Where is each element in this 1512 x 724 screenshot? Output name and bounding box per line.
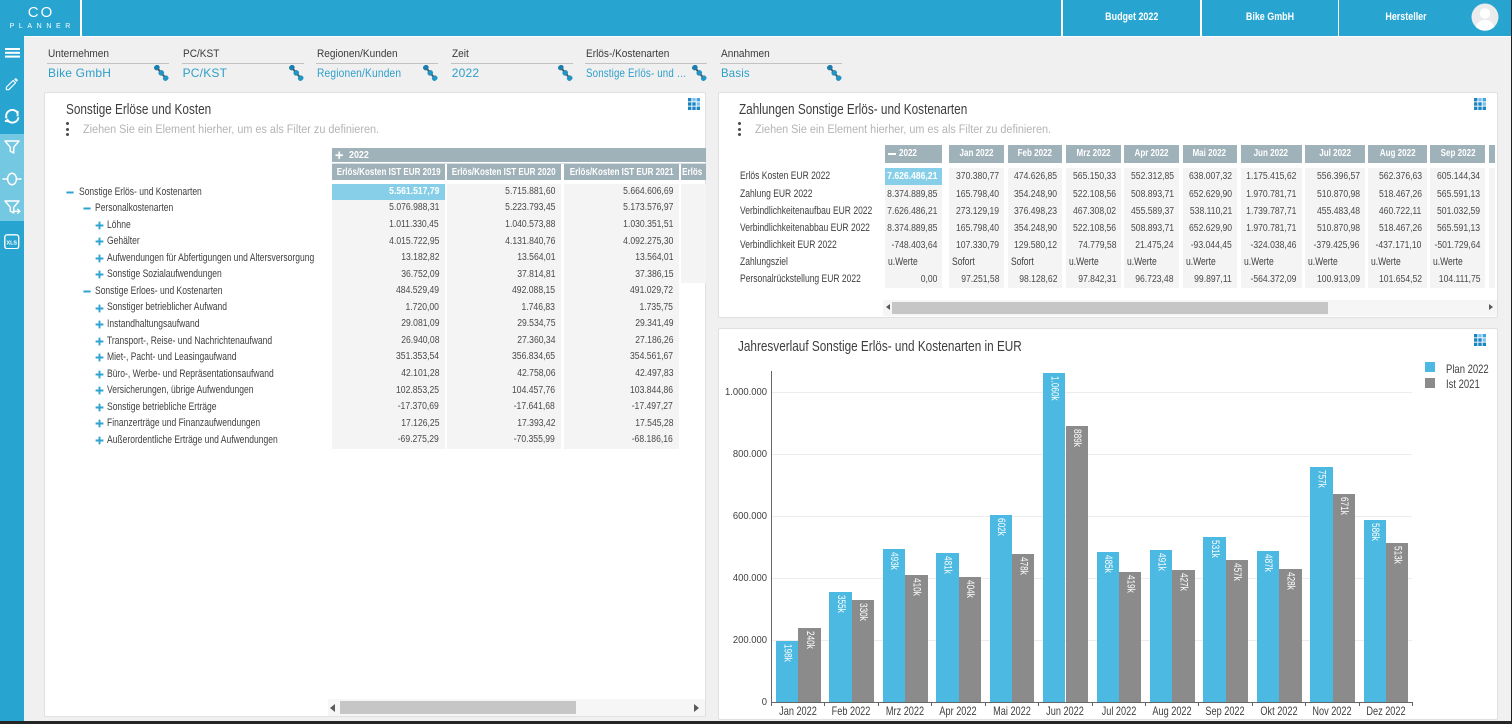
svg-text:XLS: XLS [7,240,18,246]
